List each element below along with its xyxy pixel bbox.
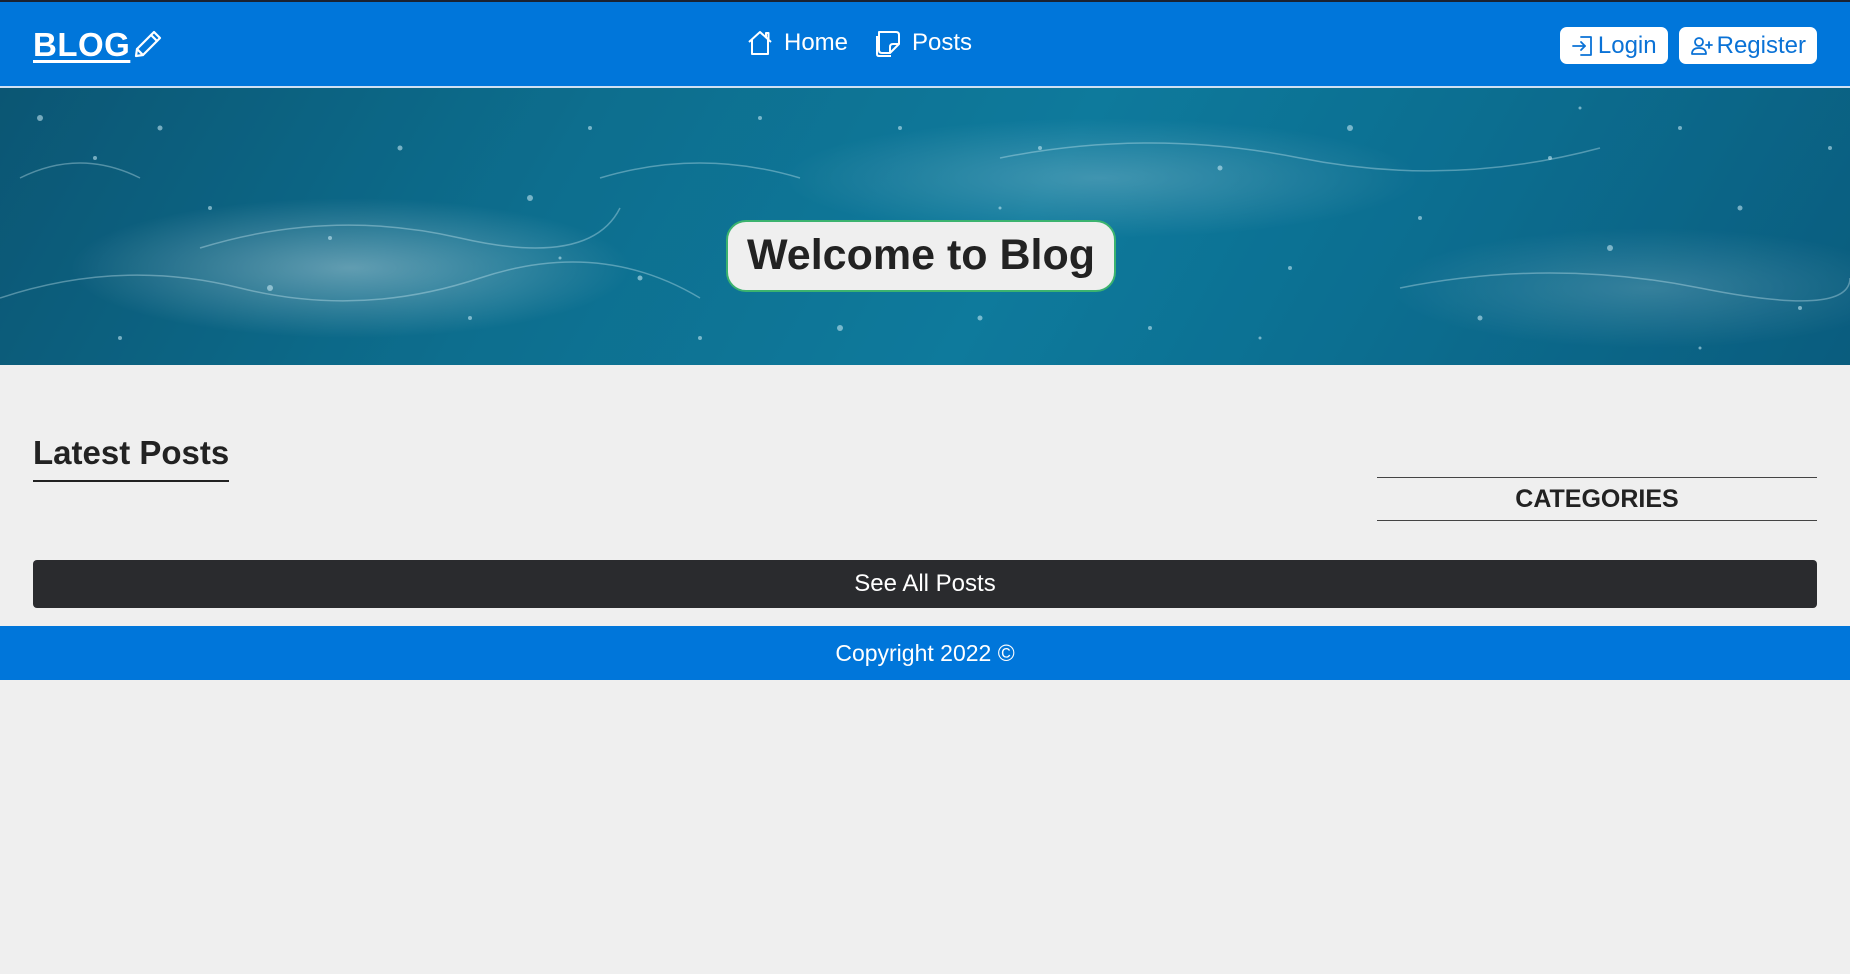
see-all-posts-button[interactable]: See All Posts: [33, 560, 1817, 608]
brand-link[interactable]: BLOG: [33, 26, 164, 64]
brand-text: BLOG: [33, 26, 131, 63]
house-icon: [748, 31, 772, 55]
navbar: BLOG Home Posts Login Register: [0, 0, 1850, 88]
login-label: Login: [1597, 31, 1657, 59]
nav-posts-label: Posts: [912, 29, 973, 56]
add-user-icon: [1690, 36, 1713, 55]
login-button[interactable]: Login: [1559, 27, 1668, 64]
nav-home-label: Home: [784, 29, 849, 56]
categories-heading: CATEGORIES: [1377, 477, 1817, 521]
nav-posts-link[interactable]: Posts: [874, 29, 972, 57]
pencil-icon: [135, 30, 162, 58]
main-nav: Home Posts: [746, 29, 972, 57]
copyright-text: Copyright 2022 ©: [835, 639, 1015, 666]
hero-banner: Welcome to Blog: [0, 88, 1850, 365]
login-icon: [1571, 35, 1592, 56]
footer: Copyright 2022 ©: [0, 626, 1850, 680]
register-label: Register: [1716, 31, 1806, 59]
latest-posts-heading: Latest Posts: [33, 432, 230, 483]
nav-home-link[interactable]: Home: [746, 29, 848, 57]
register-button[interactable]: Register: [1678, 27, 1817, 64]
hero-title: Welcome to Blog: [726, 219, 1117, 292]
auth-actions: Login Register: [1559, 27, 1817, 64]
sticky-note-icon: [876, 31, 901, 57]
